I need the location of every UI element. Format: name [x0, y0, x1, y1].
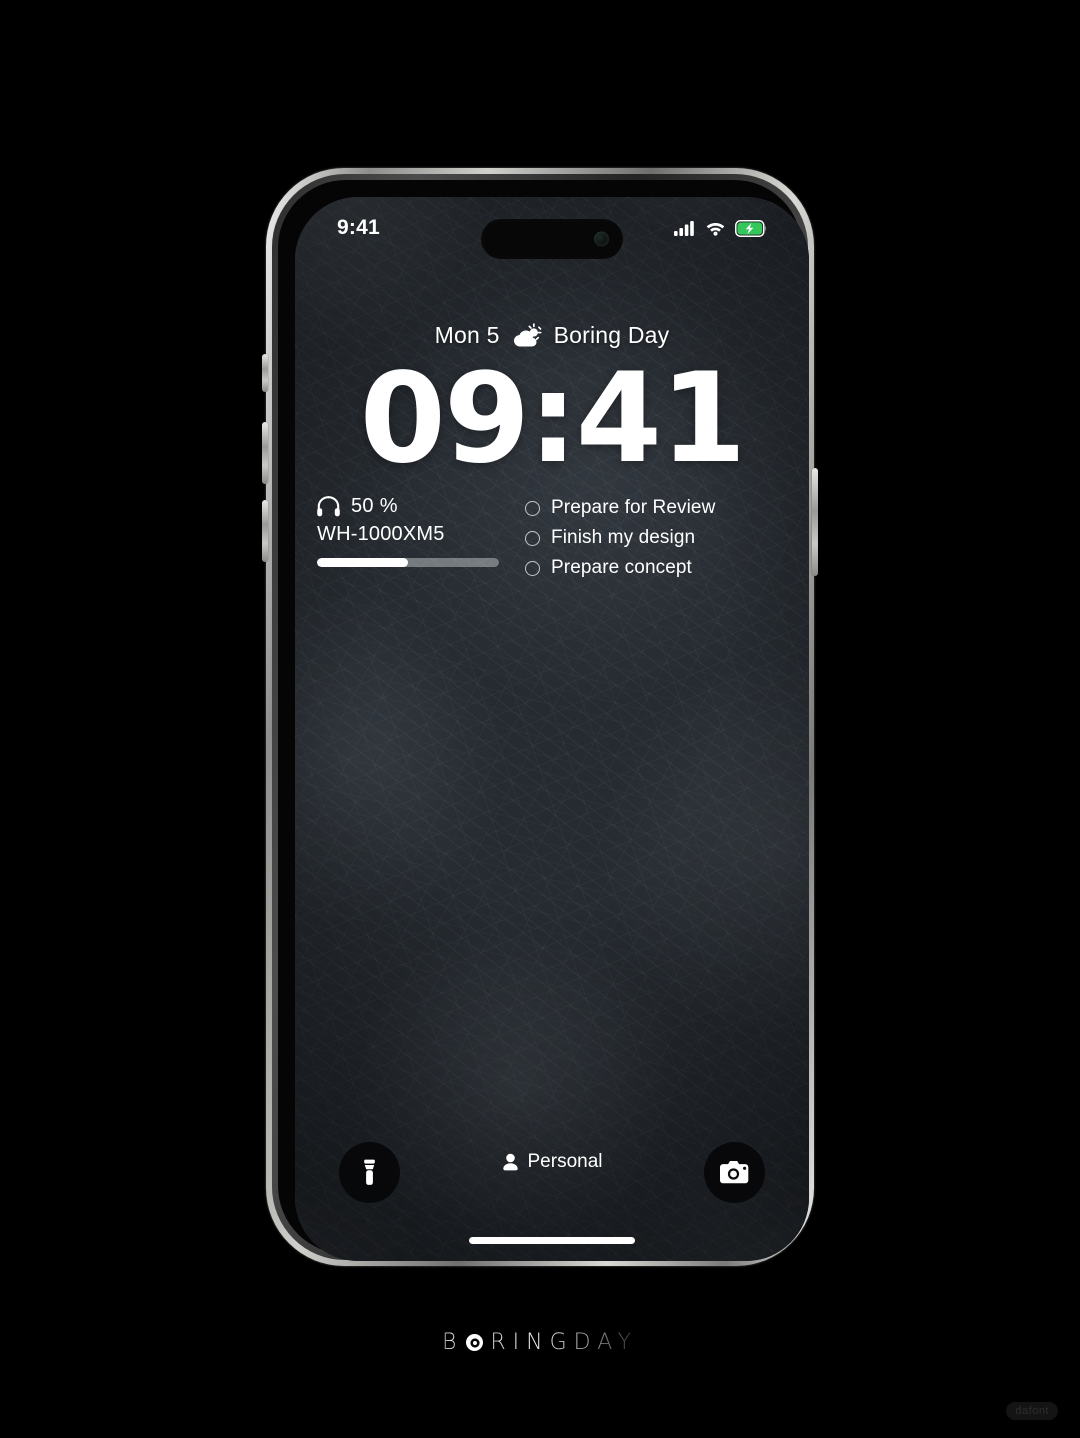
lockscreen-widgets: 50 % WH-1000XM5 Prepare for Review Finis…: [295, 495, 809, 587]
focus-mode-label: Personal: [527, 1151, 603, 1172]
brand-suffix: RINGDAY: [490, 1330, 639, 1355]
volume-up-button[interactable]: [262, 422, 268, 484]
checkbox-circle-icon[interactable]: [525, 530, 540, 546]
canvas: 9:41 Mon 5 Boring Day 09:41 50 % WH-1000…: [0, 0, 1080, 1438]
checkbox-circle-icon[interactable]: [525, 560, 540, 576]
battery-charging-icon: [735, 219, 767, 237]
camera-button[interactable]: [704, 1142, 765, 1203]
phone-screen: 9:41 Mon 5 Boring Day 09:41 50 % WH-1000…: [295, 197, 809, 1261]
headphones-device-name: WH-1000XM5: [317, 523, 445, 545]
widget-reminders[interactable]: Prepare for Review Finish my design Prep…: [525, 495, 787, 587]
cellular-bars-icon: [674, 221, 694, 236]
wifi-icon: [706, 223, 725, 236]
status-bar-time: 9:41: [337, 216, 380, 239]
headphones-icon: [317, 496, 340, 517]
list-item[interactable]: Prepare for Review: [525, 497, 787, 519]
headphones-battery-label: 50 %: [351, 495, 398, 517]
camera-icon: [720, 1161, 749, 1184]
widget-headphones-battery[interactable]: 50 % WH-1000XM5: [317, 495, 513, 587]
home-indicator[interactable]: [469, 1237, 635, 1244]
reminder-label: Finish my design: [551, 527, 696, 548]
phone-bezel: 9:41 Mon 5 Boring Day 09:41 50 % WH-1000…: [278, 180, 809, 1261]
action-button[interactable]: [262, 354, 268, 392]
lockscreen-date-weather[interactable]: Mon 5 Boring Day: [295, 322, 809, 349]
checkbox-circle-icon[interactable]: [525, 500, 540, 516]
flashlight-button[interactable]: [339, 1142, 400, 1203]
volume-down-button[interactable]: [262, 500, 268, 562]
watermark-badge: dafont: [1006, 1402, 1058, 1420]
headphones-battery-track: [317, 558, 499, 567]
lockscreen-clock: 09:41: [359, 347, 747, 491]
reminder-label: Prepare concept: [551, 557, 692, 578]
flashlight-icon: [364, 1159, 375, 1185]
phone-device-frame: 9:41 Mon 5 Boring Day 09:41 50 % WH-1000…: [262, 168, 818, 1266]
brand-prefix: B: [441, 1330, 464, 1355]
front-camera-lens-icon: [594, 231, 609, 247]
list-item[interactable]: Finish my design: [525, 527, 787, 549]
brand-logo: B RINGDAY: [0, 1330, 1080, 1355]
dynamic-island[interactable]: [481, 219, 623, 259]
status-bar-indicators: [674, 219, 767, 237]
ring-icon: [466, 1334, 484, 1351]
lockscreen-weather-label: Boring Day: [553, 322, 670, 348]
lockscreen-date: Mon 5: [434, 322, 500, 348]
partly-cloudy-sun-icon: [513, 322, 542, 347]
reminder-label: Prepare for Review: [551, 497, 716, 518]
headphones-battery-fill: [317, 558, 408, 567]
power-button[interactable]: [812, 468, 818, 576]
list-item[interactable]: Prepare concept: [525, 557, 787, 579]
person-icon: [502, 1153, 518, 1171]
